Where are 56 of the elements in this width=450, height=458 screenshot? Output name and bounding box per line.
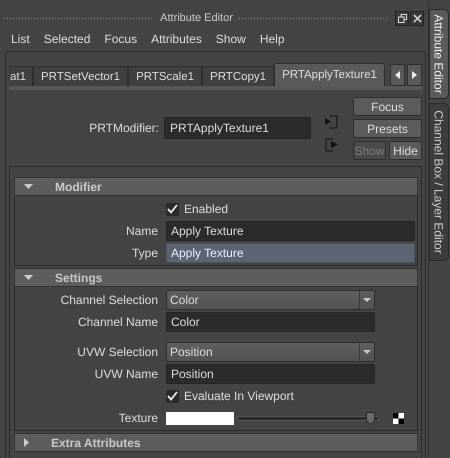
field-label: Texture [118,411,159,425]
node-tab[interactable]: PRTSetVector1 [33,66,128,86]
text-field[interactable]: Color [166,312,375,332]
checkbox[interactable] [166,202,179,216]
node-tab[interactable]: at1 [9,66,33,86]
field-label: UVW Selection [76,345,159,359]
field-label: UVW Name [94,367,159,381]
close-icon [412,14,422,22]
dropdown[interactable]: Position [166,342,375,362]
float-button[interactable] [395,10,410,26]
window-title: Attribute Editor [160,12,233,24]
caret-icon [363,298,371,302]
text-field[interactable]: Apply Texture [166,221,415,241]
node-tab[interactable]: PRTScale1 [128,66,202,86]
panel-button[interactable]: Focus [353,97,422,116]
close-button[interactable] [410,10,424,26]
section-header[interactable]: Modifier [14,177,418,196]
right-arrow-icon [412,71,417,79]
node-name-field[interactable]: PRTApplyTexture1 [164,117,311,139]
check-icon [167,391,178,401]
float-icon [398,14,407,22]
slider-track[interactable] [237,412,379,424]
node-label: PRTModifier: [89,121,159,135]
input-connection-icon[interactable] [325,115,338,129]
section-header[interactable]: Settings [14,268,418,287]
menu-item[interactable]: Selected [36,32,98,46]
text-field[interactable]: Apply Texture [166,243,415,263]
side-tab[interactable]: Channel Box / Layer Editor [429,103,449,261]
section-header[interactable]: Extra Attributes [14,433,418,452]
caret-icon [363,350,371,354]
check-icon [167,204,178,214]
menu-item[interactable]: Attributes [144,32,209,46]
checkbox-label: Enabled [184,202,228,216]
scroll-right-button[interactable] [407,64,422,86]
menu-item[interactable]: Help [252,32,292,46]
node-tab[interactable]: PRTCopy1 [202,66,274,86]
left-arrow-icon [395,71,400,79]
menu-item[interactable]: Show [208,32,253,46]
field-label: Channel Selection [60,293,159,307]
field-label: Type [130,246,159,260]
field-label: Channel Name [76,315,159,329]
text-field[interactable]: Position [166,364,375,384]
checker-icon[interactable] [393,412,404,424]
slider-thumb[interactable] [366,412,376,424]
panel-button[interactable]: Presets [353,119,422,138]
checkbox[interactable] [166,390,179,402]
scroll-left-button[interactable] [390,64,405,86]
color-swatch[interactable] [166,412,234,424]
panel-button[interactable]: Hide [389,141,422,160]
menu-item[interactable]: List [4,32,37,46]
side-tab[interactable]: Attribute Editor [429,9,449,99]
checkbox-label: Evaluate In Viewport [184,389,294,403]
dropdown[interactable]: Color [166,290,375,310]
node-tab[interactable]: PRTApplyTexture1 [274,63,385,86]
field-label: Name [124,224,159,238]
menu-item[interactable]: Focus [97,32,144,46]
